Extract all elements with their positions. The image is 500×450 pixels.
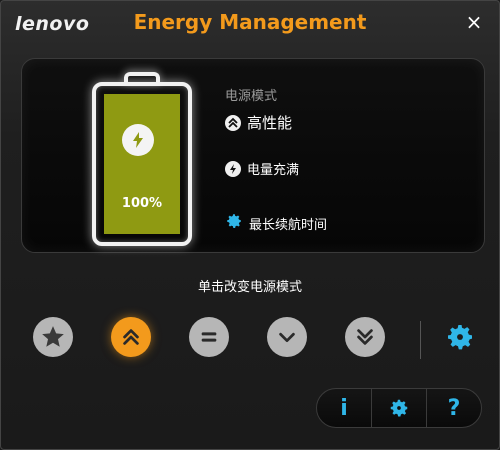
close-button[interactable]: × — [463, 11, 485, 33]
gear-icon — [390, 399, 408, 417]
title-bar: lenovo Energy Management × — [1, 1, 499, 53]
charge-status-text: 电量充满 — [247, 163, 300, 178]
charge-status-row: 电量充满 — [225, 159, 299, 178]
bottom-toolbar: i ? — [316, 388, 482, 428]
battery-fill — [104, 94, 180, 234]
gear-icon — [448, 325, 472, 350]
equals-icon — [201, 332, 217, 342]
mode-button-star[interactable] — [33, 317, 73, 357]
change-mode-caption: 单击改变电源模式 — [197, 280, 302, 295]
double-chevron-down-icon — [357, 329, 373, 345]
mode-button-balanced[interactable] — [189, 317, 229, 357]
status-panel: 100% 电源模式 高性能 电量充满 最长续航时间 — [21, 58, 485, 253]
info-button[interactable]: i — [317, 389, 372, 427]
mode-button-super-saver[interactable] — [345, 317, 385, 357]
longest-battery-label: 最长续航时间 — [249, 217, 328, 233]
settings-button[interactable] — [372, 389, 427, 427]
current-mode-name: 高性能 — [247, 114, 293, 132]
star-icon — [42, 326, 64, 347]
mode-settings-button[interactable] — [442, 319, 478, 355]
battery-percent: 100% — [121, 196, 163, 211]
chevron-down-icon — [279, 332, 295, 343]
double-chevron-up-icon — [123, 329, 139, 345]
lightning-bolt-icon — [225, 160, 241, 177]
mode-button-power-saver[interactable] — [267, 317, 307, 357]
lightning-bolt-icon — [122, 124, 154, 156]
help-button[interactable]: ? — [427, 389, 481, 427]
app-title: Energy Management — [133, 10, 367, 34]
double-chevron-up-icon — [225, 114, 241, 131]
longest-battery-row[interactable]: 最长续航时间 — [225, 212, 327, 234]
divider — [420, 321, 421, 359]
gear-icon — [225, 212, 243, 234]
current-mode-row: 高性能 — [225, 112, 292, 133]
battery-body: 100% — [92, 82, 192, 246]
mode-button-high-performance[interactable] — [111, 317, 151, 357]
power-mode-caption: 电源模式 — [225, 89, 278, 104]
energy-management-window: lenovo Energy Management × 100% 电源模式 高性能… — [0, 0, 500, 450]
